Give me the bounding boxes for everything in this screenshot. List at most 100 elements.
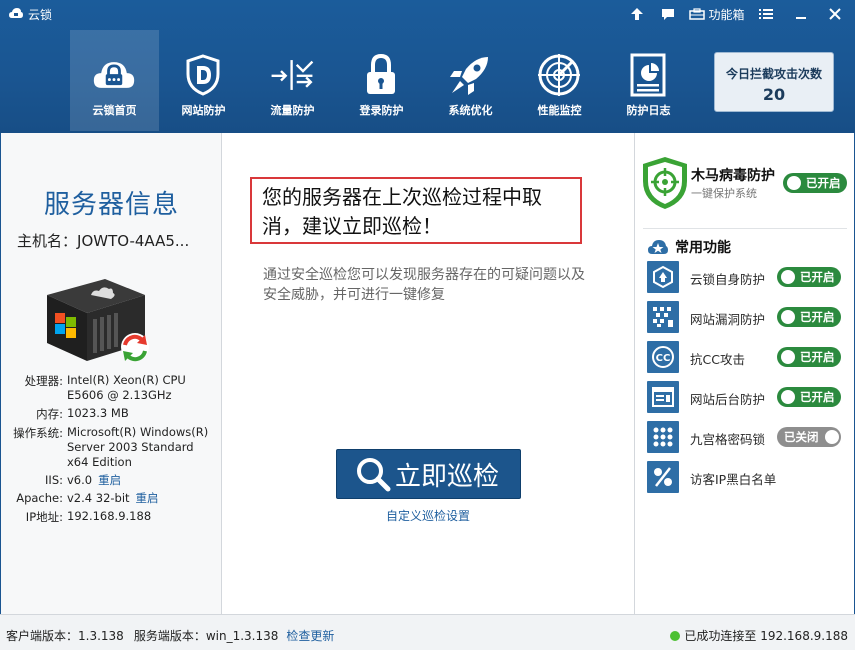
log-document-icon (626, 50, 670, 100)
toggle-label: 已关闭 (784, 430, 819, 444)
common-functions-header: 常用功能 (647, 237, 731, 257)
feature-ip-list: 访客IP黑白名单 (647, 461, 855, 493)
info-value: v2.4 32-bit 重启 (67, 491, 212, 506)
feature-web-vulnerability: 网站漏洞防护 已开启 (647, 301, 855, 333)
feature-label[interactable]: 抗CC攻击 (690, 349, 745, 368)
nav-label: 性能监控 (537, 104, 582, 117)
trojan-protection: 木马病毒防护 一键保护系统 已开启 (639, 155, 851, 211)
upgrade-arrow-icon (631, 8, 643, 20)
self-protect-icon (647, 261, 679, 293)
info-key: IIS: (45, 473, 63, 487)
nav-website-protection[interactable]: 网站防护 (159, 30, 248, 131)
grid-lock-toggle[interactable]: 已关闭 (777, 427, 841, 447)
header-bar: 云锁 功能箱 云锁首页 网站防护 流量防护 登录防护 系统优化 性能监控 防护日… (0, 0, 855, 133)
attack-counter[interactable]: 今日拦截攻击次数 20 (714, 52, 834, 112)
server-info-panel: 服务器信息 主机名：JOWTO-4AA5... 处理器: Intel(R) Xe… (0, 133, 222, 614)
feature-label[interactable]: 网站漏洞防护 (690, 309, 765, 328)
trojan-protection-toggle[interactable]: 已开启 (783, 173, 847, 193)
toggle-knob (787, 176, 801, 190)
iis-version: v6.0 (67, 473, 93, 487)
info-value: Microsoft(R) Windows(R) Server 2003 Stan… (67, 425, 209, 469)
info-row-iis: IIS: v6.0 重启 (1, 473, 222, 488)
hostname-value: JOWTO-4AA5... (77, 232, 190, 250)
menu-icon (759, 9, 773, 19)
scan-description: 通过安全巡检您可以发现服务器存在的可疑问题以及安全威胁，并可进行一键修复 (263, 267, 585, 303)
info-value: 1023.3 MB (67, 406, 129, 420)
rocket-icon (448, 50, 492, 100)
feature-label[interactable]: 网站后台防护 (690, 389, 765, 408)
nav-label: 流量防护 (270, 104, 315, 117)
main-nav: 云锁首页 网站防护 流量防护 登录防护 系统优化 性能监控 防护日志 (70, 30, 693, 131)
feature-label[interactable]: 九宫格密码锁 (690, 429, 765, 448)
feature-backend-protection: 网站后台防护 已开启 (647, 381, 855, 413)
nav-home[interactable]: 云锁首页 (70, 30, 159, 131)
info-key: IP地址: (25, 510, 63, 524)
web-vulnerability-toggle[interactable]: 已开启 (777, 307, 841, 327)
toggle-knob (824, 430, 839, 444)
apache-version: v2.4 32-bit (67, 491, 130, 505)
shield-d-icon (181, 50, 225, 100)
self-protection-toggle[interactable]: 已开启 (777, 267, 841, 287)
toggle-label: 已开启 (800, 350, 835, 364)
info-key: 操作系统: (13, 426, 63, 440)
feedback-icon (662, 8, 674, 20)
info-key: 内存: (36, 407, 63, 421)
nav-protection-log[interactable]: 防护日志 (604, 30, 693, 131)
backend-protection-toggle[interactable]: 已开启 (777, 387, 841, 407)
toggle-knob (781, 350, 795, 364)
toggle-label: 已开启 (806, 176, 841, 190)
ip-list-icon (647, 461, 679, 493)
backend-protect-icon (647, 381, 679, 413)
close-icon (829, 8, 841, 20)
info-key: 处理器: (24, 374, 63, 388)
nav-label: 网站防护 (181, 104, 226, 117)
menu-button[interactable] (757, 4, 775, 24)
upgrade-button[interactable] (628, 4, 646, 24)
status-bar: 客户端版本：1.3.138 服务端版本：win_1.3.138 检查更新 已成功连接… (0, 614, 855, 650)
scan-now-button[interactable]: 立即巡检 (336, 449, 521, 499)
app-cloud-lock-icon (9, 8, 23, 18)
feature-grid-lock: 九宫格密码锁 已关闭 (647, 421, 855, 453)
feature-label[interactable]: 访客IP黑白名单 (690, 469, 776, 488)
padlock-icon (359, 50, 403, 100)
client-version: 客户端版本：1.3.138 (6, 629, 124, 643)
divider (643, 228, 847, 229)
connection-status: 已成功连接至 192.168.9.188 (670, 627, 848, 644)
trojan-protection-subtitle: 一键保护系统 (691, 187, 757, 200)
toolbox-button[interactable]: 功能箱 (688, 4, 746, 24)
iis-restart-link[interactable]: 重启 (98, 473, 121, 487)
custom-scan-settings-link[interactable]: 自定义巡检设置 (222, 507, 634, 524)
version-info: 客户端版本：1.3.138 服务端版本：win_1.3.138 检查更新 (6, 627, 334, 644)
svg-text:CC: CC (656, 353, 671, 364)
toolbox-label: 功能箱 (708, 7, 745, 22)
cloud-star-icon (648, 240, 668, 254)
info-row-memory: 内存: 1023.3 MB (1, 406, 222, 422)
check-update-link[interactable]: 检查更新 (286, 629, 334, 643)
scan-alert: 您的服务器在上次巡检过程中取消，建议立即巡检！ (250, 177, 582, 244)
toggle-knob (781, 390, 795, 404)
connection-text: 已成功连接至 192.168.9.188 (684, 629, 848, 643)
info-value: Intel(R) Xeon(R) CPU E5606 @ 2.13GHz (67, 373, 186, 402)
nav-performance-monitor[interactable]: 性能监控 (515, 30, 604, 131)
server-info-title: 服务器信息 (43, 190, 179, 220)
feature-label[interactable]: 云锁自身防护 (690, 269, 765, 288)
minimize-icon (796, 17, 806, 19)
anti-cc-toggle[interactable]: 已开启 (777, 347, 841, 367)
info-row-ip: IP地址: 192.168.9.188 (1, 509, 222, 525)
cloud-lock-icon (92, 50, 136, 100)
traffic-arrows-icon (270, 50, 314, 100)
nav-traffic-protection[interactable]: 流量防护 (248, 30, 337, 131)
apache-restart-link[interactable]: 重启 (136, 491, 159, 505)
close-button[interactable] (826, 4, 844, 24)
feedback-button[interactable] (659, 4, 677, 24)
app-title: 云锁 (28, 8, 53, 22)
minimize-button[interactable] (792, 4, 810, 24)
radar-icon (537, 50, 581, 100)
scan-alert-text: 您的服务器在上次巡检过程中取消，建议立即巡检！ (262, 185, 542, 238)
info-row-cpu: 处理器: Intel(R) Xeon(R) CPU E5606 @ 2.13GH… (1, 373, 222, 403)
server-illustration (47, 279, 149, 362)
attack-counter-value: 20 (762, 85, 786, 104)
nav-login-protection[interactable]: 登录防护 (337, 30, 426, 131)
nav-label: 登录防护 (359, 104, 404, 117)
nav-system-optimization[interactable]: 系统优化 (426, 30, 515, 131)
